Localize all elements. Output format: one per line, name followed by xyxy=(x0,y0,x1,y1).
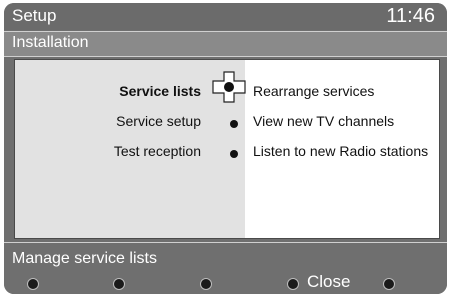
softkey-close-icon[interactable] xyxy=(287,278,299,290)
softkey-5-icon[interactable] xyxy=(383,278,395,290)
submenu-option-rearrange-services[interactable]: Rearrange services xyxy=(253,83,374,99)
footer-bar: Manage service lists Close xyxy=(4,242,447,294)
subheader-bar: Installation xyxy=(4,31,447,57)
help-text: Manage service lists xyxy=(12,250,157,267)
section-title: Installation xyxy=(12,34,89,51)
softkey-1-icon[interactable] xyxy=(27,278,39,290)
header-bar: Setup 11:46 xyxy=(4,3,447,30)
tv-screen: Setup 11:46 Installation Service lists S… xyxy=(4,3,447,294)
page-title: Setup xyxy=(12,6,57,25)
menu-item-service-lists[interactable]: Service lists xyxy=(119,83,201,99)
menu-item-service-setup[interactable]: Service setup xyxy=(116,113,201,129)
submenu-option-view-new-tv-channels[interactable]: View new TV channels xyxy=(253,113,394,129)
menu-item-bullet-icon xyxy=(230,150,238,158)
softkey-2-icon[interactable] xyxy=(113,278,125,290)
clock: 11:46 xyxy=(386,5,435,27)
close-button[interactable]: Close xyxy=(307,272,350,292)
navigation-cross-icon xyxy=(212,71,246,103)
menu-item-test-reception[interactable]: Test reception xyxy=(114,143,201,159)
submenu-option-listen-new-radio[interactable]: Listen to new Radio stations xyxy=(253,143,428,159)
softkey-3-icon[interactable] xyxy=(200,278,212,290)
menu-panel: Service lists Service setup Test recepti… xyxy=(14,59,440,239)
menu-item-bullet-icon xyxy=(230,120,238,128)
